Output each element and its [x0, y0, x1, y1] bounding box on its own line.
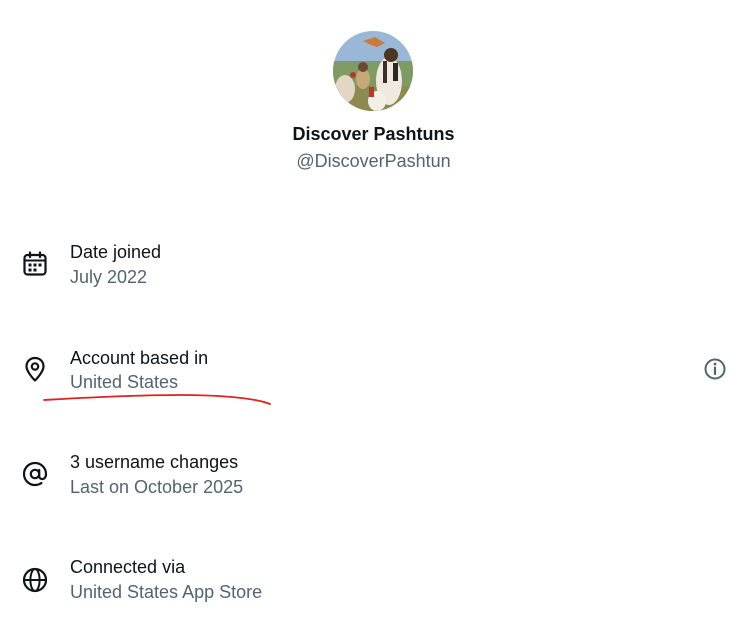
- red-underline-annotation: [43, 394, 271, 405]
- display-name: Discover Pashtuns: [292, 124, 455, 144]
- username-changes-value: Last on October 2025: [70, 477, 244, 497]
- globe-icon: [21, 566, 49, 594]
- location-pin-icon: [21, 355, 49, 383]
- username-changes-label: 3 username changes: [70, 452, 239, 472]
- date-joined-value: July 2022: [70, 267, 148, 287]
- connected-via-value: United States App Store: [70, 582, 263, 602]
- date-joined-label: Date joined: [70, 242, 162, 262]
- date-joined-row: Date joined July 2022: [0, 234, 743, 294]
- at-sign-icon: [21, 460, 49, 488]
- username-handle: @DiscoverPashtun: [296, 151, 451, 171]
- calendar-icon: [21, 250, 49, 278]
- account-based-in-value: United States: [70, 372, 179, 392]
- info-icon[interactable]: [702, 356, 728, 382]
- account-based-in-row: Account based in United States: [0, 340, 743, 400]
- account-based-in-label: Account based in: [70, 348, 209, 368]
- connected-via-row: Connected via United States App Store: [0, 552, 743, 612]
- username-changes-row: 3 username changes Last on October 2025: [0, 446, 743, 506]
- avatar[interactable]: [333, 31, 413, 111]
- connected-via-label: Connected via: [70, 557, 186, 577]
